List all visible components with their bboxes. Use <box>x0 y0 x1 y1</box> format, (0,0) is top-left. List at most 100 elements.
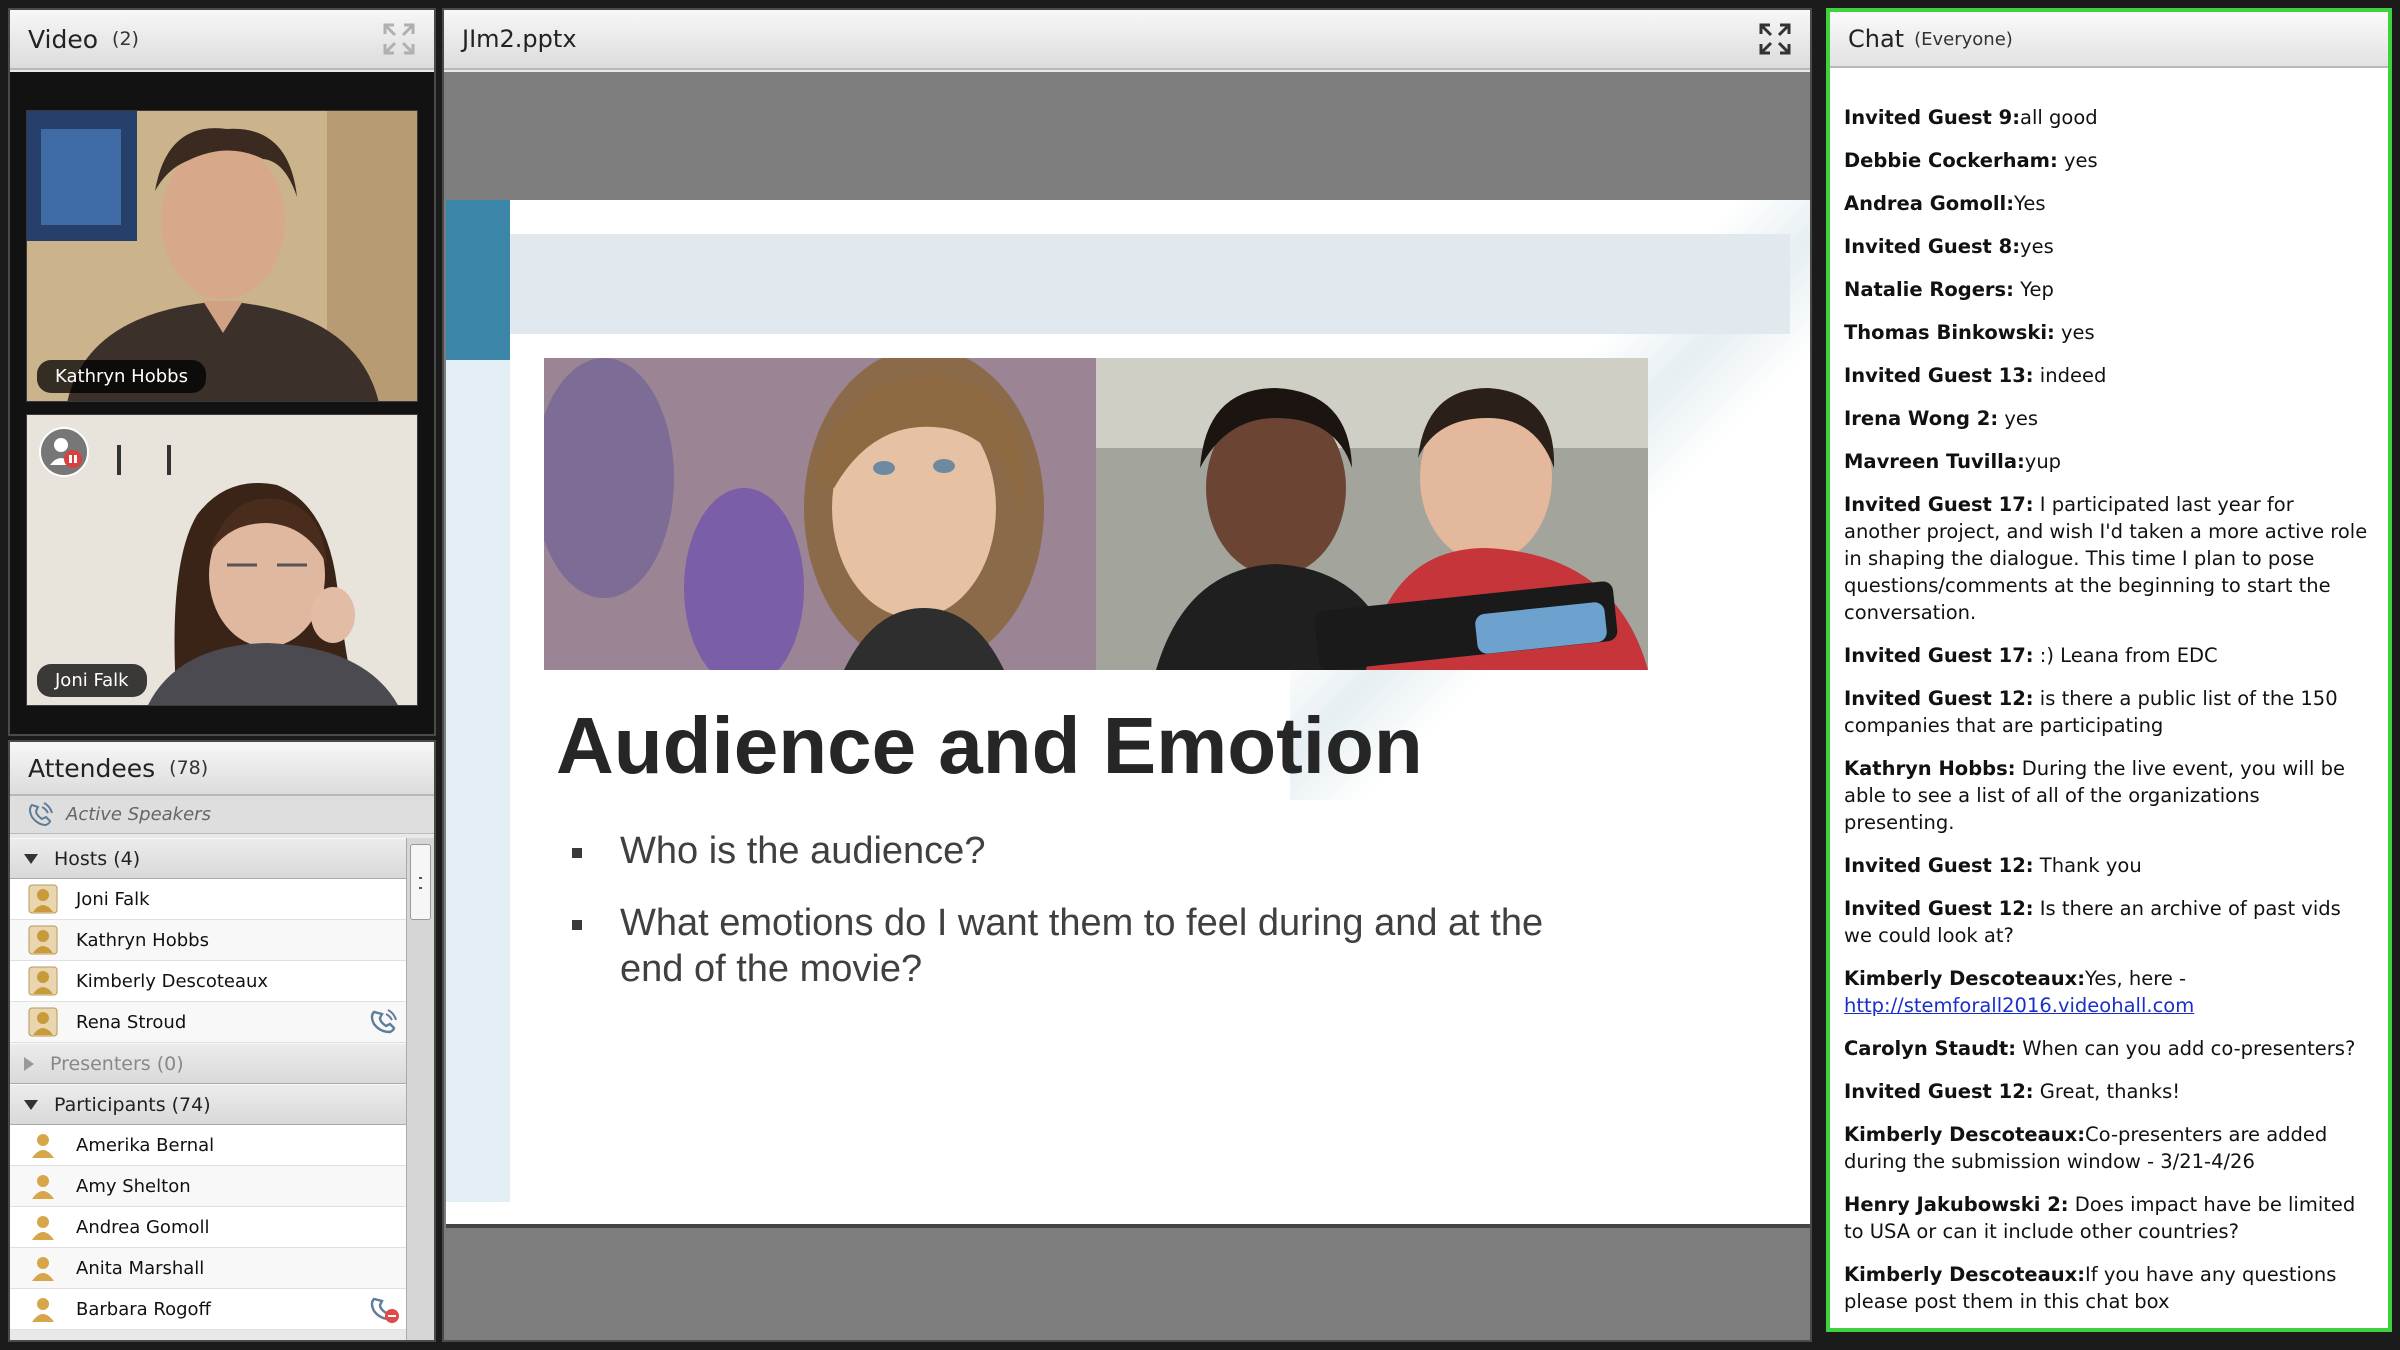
chat-message: Kimberly Descoteaux:Co-presenters are ad… <box>1844 1121 2372 1175</box>
slide-side-strip <box>446 360 510 1202</box>
participants-group-toggle[interactable]: Participants (74) <box>10 1084 408 1125</box>
attendee-row[interactable]: Amy Shelton <box>10 1166 408 1207</box>
attendees-pod: Attendees (78) Active Speakers Hosts (4)… <box>8 740 436 1342</box>
user-icon <box>32 1134 54 1158</box>
chat-message: Debbie Cockerham: yes <box>1844 147 2372 174</box>
video-count: (2) <box>112 28 139 50</box>
chat-text: yes <box>1998 407 2039 430</box>
chat-text: Yes, here - <box>2085 967 2187 990</box>
attendee-name: Anita Marshall <box>76 1257 205 1279</box>
attendee-row[interactable]: Joni Falk <box>10 879 408 920</box>
chat-message: Mavreen Tuvilla:yup <box>1844 448 2372 475</box>
chat-pod: Chat (Everyone) Invited Guest 9:all good… <box>1826 8 2392 1332</box>
chat-message: Invited Guest 17: :) Leana from EDC <box>1844 642 2372 669</box>
chat-message: Carolyn Staudt: When can you add co-pres… <box>1844 1035 2372 1062</box>
chat-sender: Andrea Gomoll: <box>1844 192 2015 215</box>
chat-sender: Thomas Binkowski: <box>1844 321 2055 344</box>
chat-sender: Carolyn Staudt: <box>1844 1037 2017 1060</box>
fullscreen-icon[interactable] <box>1758 22 1792 56</box>
chat-sender: Mavreen Tuvilla: <box>1844 450 2025 473</box>
user-icon <box>32 1298 54 1322</box>
chat-message: Invited Guest 13: indeed <box>1844 362 2372 389</box>
video-pod-title: Video <box>28 24 99 54</box>
presentation-stage: Audience and Emotion Who is the audience… <box>444 72 1810 1340</box>
hosts-group-toggle[interactable]: Hosts (4) <box>10 838 408 879</box>
chat-message: Kimberly Descoteaux:Yes, here - http://s… <box>1844 965 2372 1019</box>
chat-message: Invited Guest 8:yes <box>1844 233 2372 260</box>
chat-link[interactable]: http://stemforall2016.videohall.com <box>1844 994 2194 1017</box>
chat-message: Thomas Binkowski: yes <box>1844 319 2372 346</box>
chat-sender: Invited Guest 12: <box>1844 897 2034 920</box>
slide-bullet-list: Who is the audience? What emotions do I … <box>564 828 1564 1018</box>
attendee-row[interactable]: Anita Marshall <box>10 1248 408 1289</box>
camera-feed <box>27 111 417 401</box>
chat-message: Invited Guest 9:all good <box>1844 104 2372 131</box>
video-pod-header: Video (2) <box>10 10 434 70</box>
chat-message: Invited Guest 12: Great, thanks! <box>1844 1078 2372 1105</box>
chat-text: When can you add co-presenters? <box>2016 1037 2356 1060</box>
participants-group-label: Participants (74) <box>54 1093 211 1116</box>
attendee-row[interactable]: Kathryn Hobbs <box>10 920 408 961</box>
chat-text: indeed <box>2033 364 2107 387</box>
chat-text: Great, thanks! <box>2033 1080 2181 1103</box>
attendees-count: (78) <box>169 757 209 779</box>
slide-header-band <box>510 234 1790 334</box>
share-pod: JIm2.pptx Audience and Emotion Who is th… <box>442 8 1812 1342</box>
chat-text: Yes <box>2014 192 2046 215</box>
attendee-list: Hosts (4) Joni Falk Kathryn Hobbs Kimber… <box>10 838 408 1340</box>
chat-sender: Invited Guest 17: <box>1844 644 2034 667</box>
chat-sender: Kathryn Hobbs: <box>1844 757 2016 780</box>
chat-text: Thank you <box>2033 854 2142 877</box>
chat-pod-title: Chat <box>1848 25 1905 53</box>
attendees-pod-title: Attendees <box>28 753 156 783</box>
chat-message: Invited Guest 12: Thank you <box>1844 852 2372 879</box>
attendee-row[interactable]: Rena Stroud <box>10 1002 408 1043</box>
slide-photo-girl <box>544 358 1096 670</box>
chat-text: all good <box>2020 106 2098 129</box>
attendee-row[interactable]: Amerika Bernal <box>10 1125 408 1166</box>
slide-title: Audience and Emotion <box>556 701 1423 790</box>
hosts-list: Joni Falk Kathryn Hobbs Kimberly Descote… <box>10 879 408 1043</box>
video-pod: Video (2) Kathryn Hobbs Joni Falk <box>8 8 436 736</box>
phone-icon <box>29 801 53 826</box>
presentation-slide: Audience and Emotion Who is the audience… <box>446 200 1810 1228</box>
attendee-scrollbar[interactable] <box>406 838 434 1340</box>
chat-sender: Invited Guest 13: <box>1844 364 2034 387</box>
attendee-name: Rena Stroud <box>76 1011 187 1033</box>
chat-sender: Henry Jakubowski 2: <box>1844 1193 2069 1216</box>
chevron-down-icon <box>24 853 38 864</box>
participant-name-tag: Joni Falk <box>37 664 147 697</box>
participant-name-tag: Kathryn Hobbs <box>37 360 206 393</box>
video-tile[interactable]: Kathryn Hobbs <box>26 110 418 402</box>
video-pod-body: Kathryn Hobbs Joni Falk <box>10 72 434 734</box>
slide-bullet: Who is the audience? <box>564 828 1564 874</box>
chat-sender: Kimberly Descoteaux: <box>1844 1263 2086 1286</box>
presenters-group-label: Presenters (0) <box>50 1052 184 1075</box>
active-speakers-label: Active Speakers <box>66 804 211 825</box>
host-user-icon <box>28 1007 58 1037</box>
attendee-name: Andrea Gomoll <box>76 1216 210 1238</box>
chat-text: :) Leana from EDC <box>2033 644 2218 667</box>
attendee-name: Barbara Rogoff <box>76 1298 211 1320</box>
user-icon <box>32 1216 54 1240</box>
attendee-row[interactable]: Andrea Gomoll <box>10 1207 408 1248</box>
mic-muted-icon <box>39 427 89 477</box>
attendee-name: Amerika Bernal <box>76 1134 215 1156</box>
attendee-row[interactable]: Kimberly Descoteaux <box>10 961 408 1002</box>
attendee-name: Kathryn Hobbs <box>76 929 209 951</box>
host-user-icon <box>28 925 58 955</box>
slide-photo-boys <box>1096 358 1648 670</box>
chat-text: yup <box>2024 450 2062 473</box>
attendee-name: Joni Falk <box>76 888 150 910</box>
fullscreen-icon[interactable] <box>382 22 416 56</box>
scrollbar-thumb[interactable] <box>410 844 431 920</box>
video-tile[interactable]: Joni Falk <box>26 414 418 706</box>
chat-message-list: Invited Guest 9:all good Debbie Cockerham… <box>1830 68 2388 1328</box>
chat-sender: Invited Guest 9: <box>1844 106 2021 129</box>
chat-sender: Kimberly Descoteaux: <box>1844 967 2086 990</box>
presenters-group-toggle[interactable]: Presenters (0) <box>10 1043 408 1084</box>
chat-sender: Natalie Rogers: <box>1844 278 2014 301</box>
chat-message: Henry Jakubowski 2: Does impact have be … <box>1844 1191 2372 1245</box>
participants-list: Amerika Bernal Amy Shelton Andrea Gomoll… <box>10 1125 408 1330</box>
attendee-row[interactable]: Barbara Rogoff <box>10 1289 408 1330</box>
